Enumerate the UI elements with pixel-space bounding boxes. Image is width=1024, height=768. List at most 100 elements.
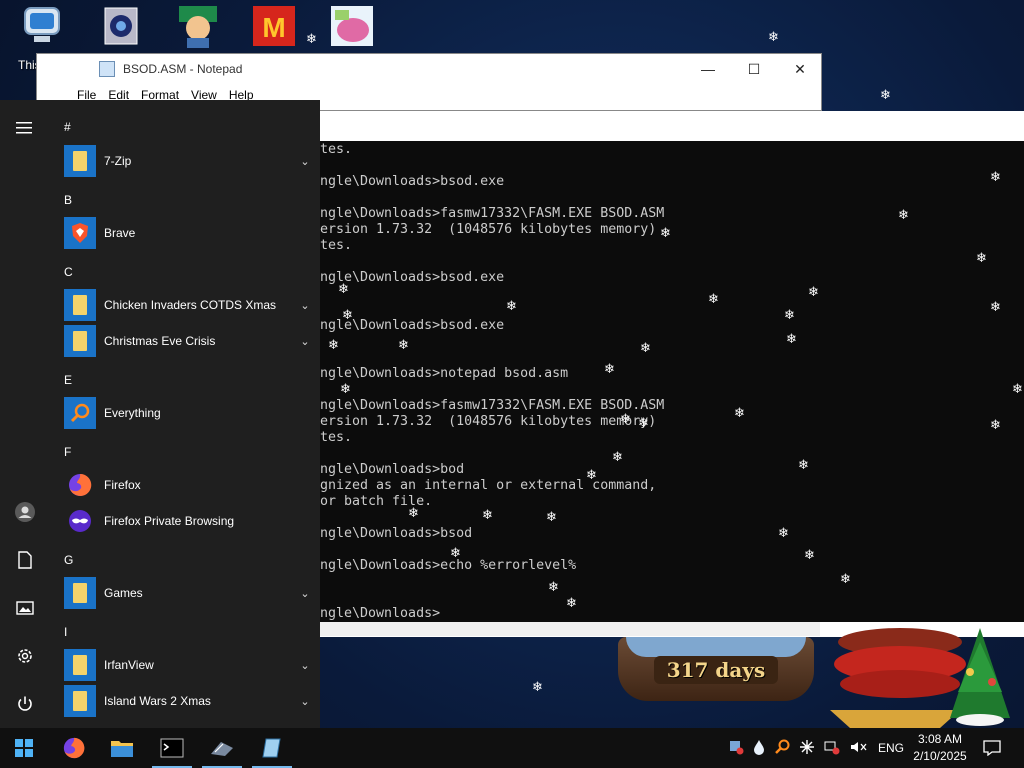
firefox-icon [64, 469, 96, 501]
hamburger-icon[interactable] [0, 106, 50, 150]
tray-app-icon[interactable] [728, 739, 744, 758]
snowflake-icon: ❄ [532, 679, 543, 694]
chevron-down-icon[interactable]: ⌄ [290, 299, 320, 312]
folder-icon [64, 649, 96, 681]
chevron-down-icon[interactable]: ⌄ [290, 659, 320, 672]
start-menu-app-list: # 7-Zip ⌄ B Brave C Chicken Invaders COT… [50, 100, 320, 728]
minimize-button[interactable]: — [685, 54, 731, 84]
console-line: ngle\Downloads>bod [320, 462, 465, 477]
cube-app-icon[interactable] [92, 4, 152, 56]
chevron-down-icon[interactable]: ⌄ [290, 695, 320, 708]
file-explorer-icon[interactable] [98, 728, 146, 768]
snowflake-icon: ❄ [880, 87, 891, 102]
console-line: ngle\Downloads> [320, 606, 441, 621]
brave-icon [64, 217, 96, 249]
firefox-icon[interactable] [50, 728, 98, 768]
language-indicator[interactable]: ENG [878, 741, 904, 755]
user-icon[interactable] [0, 490, 50, 534]
monitor-icon [24, 7, 60, 42]
countdown-label: 317 days [654, 656, 778, 684]
snowflake-icon: ❄ [546, 509, 557, 524]
app-brave[interactable]: Brave [50, 215, 320, 251]
snowflake-icon: ❄ [808, 284, 819, 299]
console-line: ngle\Downloads>fasmw17332\FASM.EXE BSOD.… [320, 398, 665, 413]
app-firefox-private[interactable]: Firefox Private Browsing [50, 503, 320, 539]
snowflake-icon: ❄ [640, 340, 651, 355]
notepad-icon[interactable] [248, 728, 296, 768]
pig-game-icon[interactable] [322, 4, 382, 56]
search-tray-icon[interactable] [774, 739, 790, 758]
start-menu-rail [0, 100, 50, 728]
app-irfanview[interactable]: IrfanView ⌄ [50, 647, 320, 683]
document-icon[interactable] [0, 538, 50, 582]
maximize-button[interactable]: ☐ [731, 54, 777, 84]
app-label: Games [104, 586, 143, 600]
group-letter-g[interactable]: G [64, 553, 73, 567]
app-chicken-invaders[interactable]: Chicken Invaders COTDS Xmas ⌄ [50, 287, 320, 323]
chevron-down-icon[interactable]: ⌄ [290, 335, 320, 348]
snowflake-icon: ❄ [976, 250, 987, 265]
start-button[interactable] [0, 728, 48, 768]
group-letter-i[interactable]: I [64, 625, 67, 639]
snow-app-icon[interactable] [198, 728, 246, 768]
snowflake-icon: ❄ [612, 449, 623, 464]
snowflake-icon: ❄ [768, 29, 779, 44]
snowflake-icon: ❄ [548, 579, 559, 594]
clock-date: 2/10/2025 [913, 749, 967, 763]
network-icon[interactable] [824, 739, 840, 758]
volume-muted-icon[interactable] [849, 739, 867, 758]
app-everything[interactable]: Everything [50, 395, 320, 431]
group-letter-b[interactable]: B [64, 193, 72, 207]
clock[interactable]: 3:08 AM 2/10/2025 [906, 731, 974, 765]
console-statusbar [300, 622, 820, 636]
asterisk-tray-icon[interactable] [799, 739, 815, 758]
pictures-icon[interactable] [0, 586, 50, 630]
snowflake-icon: ❄ [408, 505, 419, 520]
console-line: ngle\Downloads>bsod [320, 526, 473, 541]
app-christmas-eve-crisis[interactable]: Christmas Eve Crisis ⌄ [50, 323, 320, 359]
game-character-icon[interactable] [168, 4, 228, 56]
app-7zip[interactable]: 7-Zip ⌄ [50, 143, 320, 179]
app-firefox[interactable]: Firefox [50, 467, 320, 503]
console-line: ngle\Downloads>echo %errorlevel% [320, 558, 577, 573]
snowflake-icon: ❄ [398, 337, 409, 352]
chevron-down-icon[interactable]: ⌄ [290, 587, 320, 600]
console-line: ngle\Downloads>notepad bsod.asm [320, 366, 569, 381]
this-pc-icon[interactable] [12, 4, 72, 56]
group-letter-hash[interactable]: # [64, 120, 71, 134]
snowflake-icon: ❄ [506, 298, 517, 313]
app-island-wars[interactable]: Island Wars 2 Xmas ⌄ [50, 683, 320, 719]
command-prompt-icon[interactable] [148, 728, 196, 768]
christmas-tree-icon [830, 628, 1010, 728]
droplet-icon[interactable] [753, 739, 765, 758]
console-line: tes. [320, 238, 353, 253]
svg-text:M: M [262, 12, 285, 43]
snowflake-icon: ❄ [342, 307, 353, 322]
chevron-down-icon[interactable]: ⌄ [290, 155, 320, 168]
group-letter-e[interactable]: E [64, 373, 72, 387]
mcdonalds-game-icon[interactable]: M [244, 4, 304, 56]
power-icon[interactable] [0, 682, 50, 726]
app-label: Chicken Invaders COTDS Xmas [104, 298, 277, 312]
app-label: Island Wars 2 Xmas [104, 694, 211, 708]
folder-icon [64, 145, 96, 177]
snowflake-icon: ❄ [778, 525, 789, 540]
console-line: tes. [320, 430, 353, 445]
group-letter-c[interactable]: C [64, 265, 73, 279]
console-line: ngle\Downloads>bsod.exe [320, 318, 505, 333]
snowflake-icon: ❄ [450, 545, 461, 560]
console-output[interactable]: tes. ngle\Downloads>bsod.exe ngle\Downlo… [300, 141, 1024, 622]
character-art [179, 6, 217, 48]
notepad-titlebar[interactable]: BSOD.ASM - Notepad — ☐ ✕ [37, 54, 821, 84]
snowflake-icon: ❄ [660, 225, 671, 240]
settings-icon[interactable] [0, 634, 50, 678]
folder-icon [64, 577, 96, 609]
app-games[interactable]: Games ⌄ [50, 575, 320, 611]
notification-icon[interactable] [968, 728, 1016, 768]
close-button[interactable]: ✕ [777, 54, 823, 84]
group-letter-f[interactable]: F [64, 445, 71, 459]
